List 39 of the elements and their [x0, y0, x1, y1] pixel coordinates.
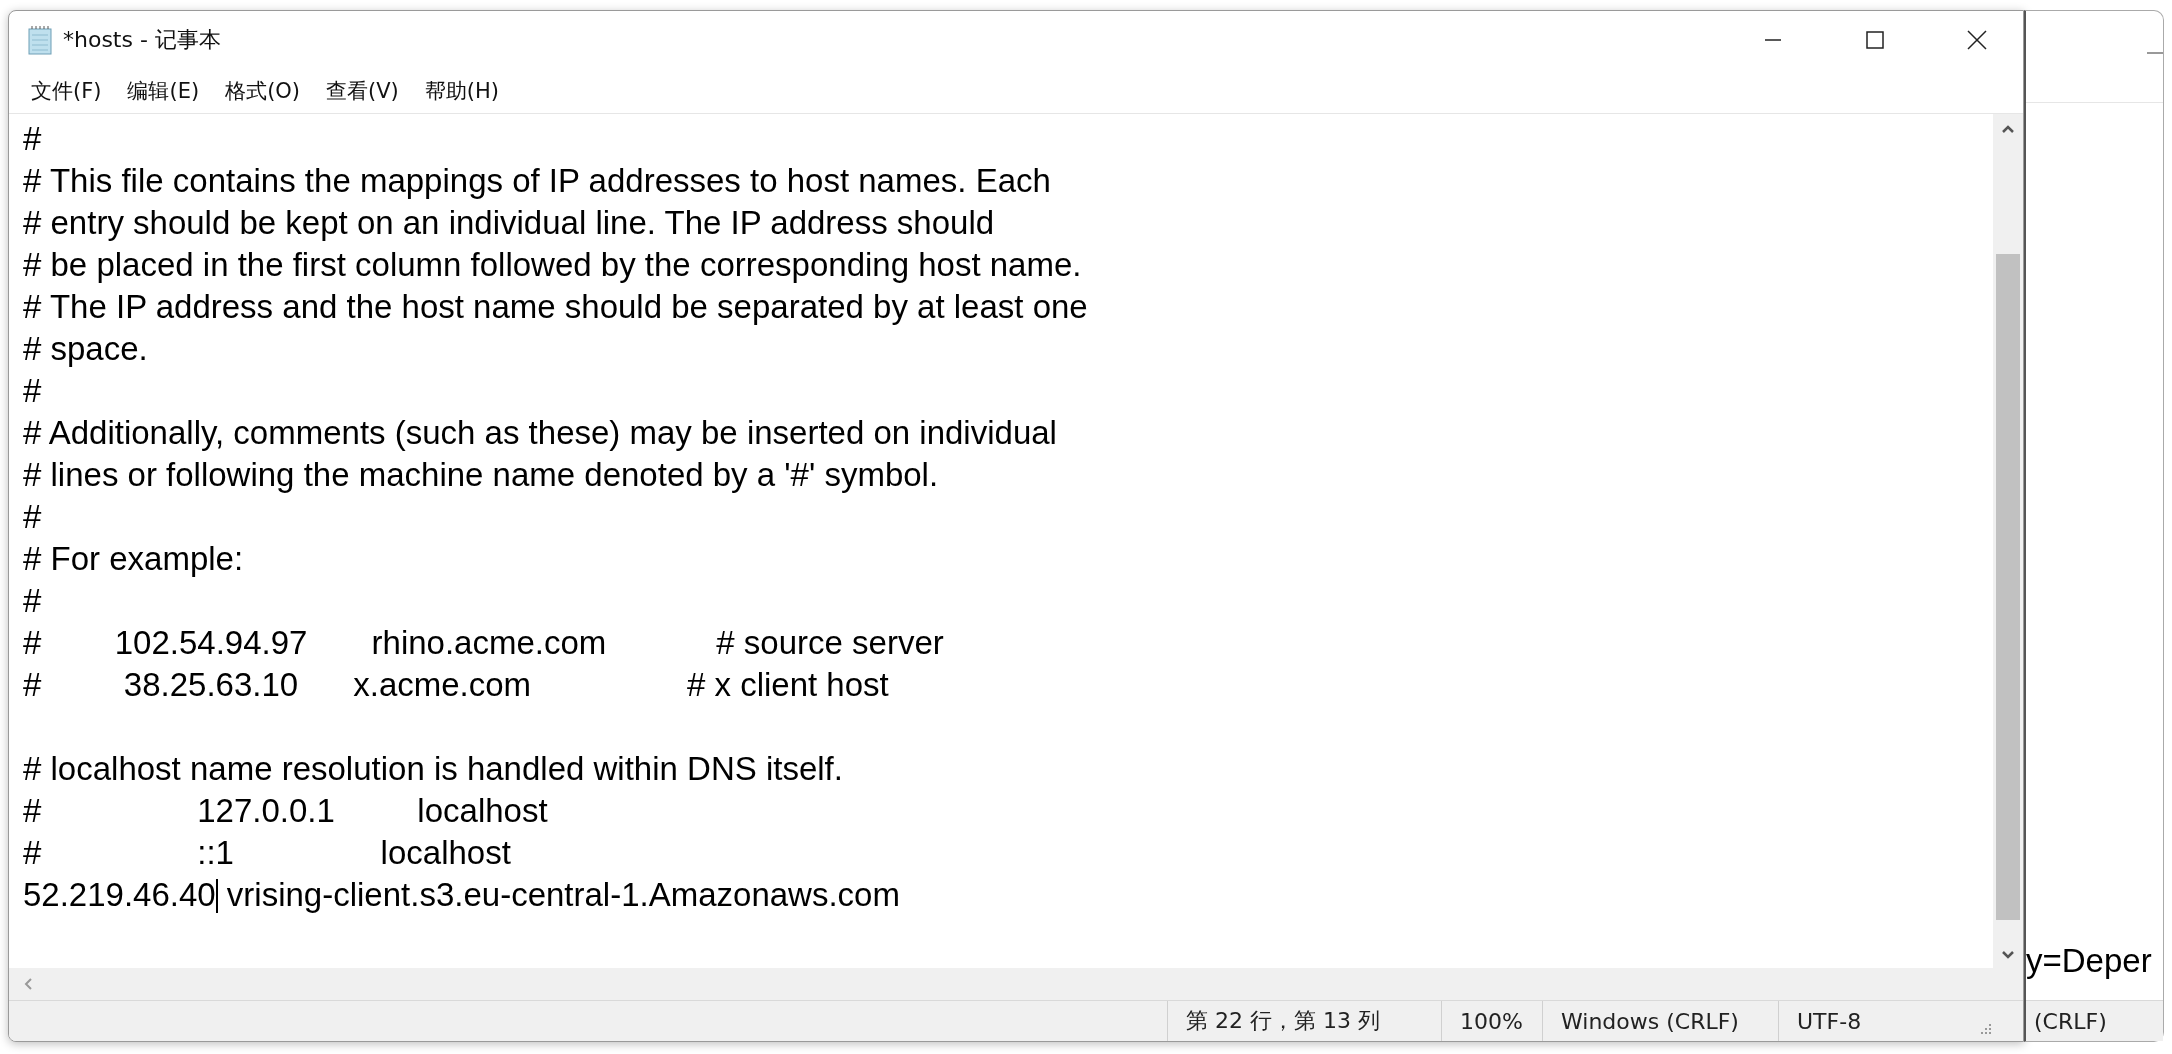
menu-item[interactable]: 格式(O) [215, 73, 311, 109]
text-line: # 127.0.0.1 localhost [23, 791, 549, 831]
text-line: # lines or following the machine name denoted by a '#' symbol. [23, 455, 940, 495]
text-line: # localhost name resolution is handled within DNS itself. [23, 749, 844, 789]
text-line: y=Deper [2026, 942, 2153, 980]
text-line: # The IP address and the host name should be separated by at least one [23, 287, 1089, 327]
text-line: # space. [23, 329, 149, 369]
text-line: # [23, 371, 43, 411]
menu-item[interactable]: 帮助(H) [414, 73, 509, 109]
text-line: # [23, 119, 43, 159]
menu-item[interactable]: 查看(V) [316, 73, 409, 109]
text-line: # 102.54.94.97 rhino.acme.com # source server [23, 623, 945, 663]
window-title: *hosts - 记事本 [63, 26, 222, 54]
text-line: # be placed in the first column followed by the corresponding host name. [23, 245, 1083, 285]
text-line: # entry should be kept on an individual line. The IP address should [23, 203, 996, 243]
text-line: # [23, 497, 43, 537]
text-line: # ::1 localhost [23, 833, 512, 873]
text-line: # [23, 581, 43, 621]
vertical-scrollbar[interactable] [1993, 114, 2023, 968]
text-line: # For example: [23, 539, 245, 579]
encoding: UTF-8 [1778, 1001, 1978, 1041]
resize-grip-icon[interactable] [1978, 1021, 1992, 1035]
text-line: # Additionally, comments (such as these) may be inserted on individual [23, 413, 1058, 453]
scroll-up-icon[interactable] [2001, 124, 2015, 134]
menu-item[interactable]: 文件(F) [21, 73, 112, 109]
scroll-down-icon[interactable] [2001, 950, 2015, 960]
scrollbar-thumb[interactable] [1996, 254, 2020, 920]
text-line: # This file contains the mappings of IP addresses to host names. Each [23, 161, 1052, 201]
text-line: # 38.25.63.10 x.acme.com # x client host [23, 665, 890, 705]
zoom-level: 100% [1441, 1001, 1542, 1041]
close-icon[interactable] [1966, 29, 1988, 51]
horizontal-scrollbar[interactable] [9, 968, 2023, 1000]
maximize-icon[interactable] [1865, 30, 1885, 50]
menu-item[interactable]: 编辑(E) [117, 73, 210, 109]
line-ending: Windows (CRLF) [1542, 1001, 1778, 1041]
text-line: 52.219.46.40 vrising-client.s3.eu-central-1.Amazonaws.com [23, 875, 901, 915]
line-ending: (CRLF) [2033, 1008, 2107, 1034]
notepad-icon [27, 25, 53, 55]
cursor-position: 第 22 行，第 13 列 [1167, 1001, 1441, 1041]
